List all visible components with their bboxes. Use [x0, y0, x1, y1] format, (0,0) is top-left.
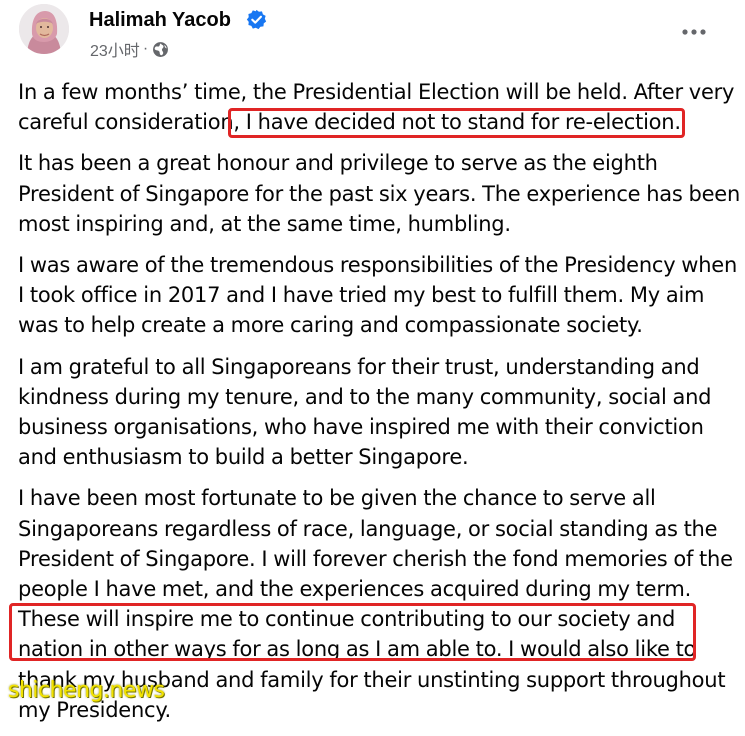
post-meta: 23小时 · — [90, 38, 169, 60]
post-line: nation in other ways for as long as I am… — [18, 637, 697, 662]
post-line: Singaporeans regardless of race, languag… — [18, 516, 718, 541]
verified-badge-icon — [246, 9, 267, 30]
post-line: These will inspire me to continue contri… — [18, 607, 676, 632]
post-line: In a few months’ time, the Presidential … — [18, 80, 735, 104]
avatar[interactable] — [19, 4, 69, 54]
more-horizontal-icon — [682, 29, 706, 35]
post-line: was to help create a more caring and com… — [18, 313, 643, 338]
globe-icon[interactable] — [152, 41, 169, 58]
post-line: President of Singapore for the past six … — [18, 181, 740, 206]
meta-separator: · — [142, 40, 149, 57]
post-line: and enthusiasm to build a better Singapo… — [18, 445, 469, 470]
post-paragraph-2: It has been a great honour and privilege… — [18, 148, 740, 239]
post-line: kindness during my tenure, and to the ma… — [18, 384, 712, 409]
post-paragraph-4: I am grateful to all Singaporeans for th… — [18, 352, 738, 473]
post-line: I took office in 2017 and I have tried m… — [18, 283, 705, 308]
post-line: most inspiring and, at the same time, hu… — [18, 211, 511, 236]
post-paragraph-1: In a few months’ time, the Presidential … — [18, 77, 738, 137]
post-line: It has been a great honour and privilege… — [18, 151, 658, 176]
post-text: In a few months’ time, the Presidential … — [18, 77, 740, 736]
avatar-image — [19, 4, 69, 54]
post-line: I have been most fortunate to be given t… — [18, 486, 656, 511]
more-options-button[interactable] — [672, 14, 716, 50]
author-name[interactable]: Halimah Yacob — [89, 7, 231, 33]
timestamp-link[interactable]: 23小时 — [90, 37, 140, 61]
post-header: Halimah Yacob 23小时 · — [0, 0, 745, 70]
post-line: people I have met, and the experiences a… — [18, 577, 691, 602]
post-line: careful consideration, I have decided no… — [18, 110, 681, 135]
post-line: business organisations, who have inspire… — [18, 415, 704, 440]
post-line: I am grateful to all Singaporeans for th… — [18, 354, 700, 379]
watermark: shicheng.news — [8, 678, 165, 703]
post-paragraph-3: I was aware of the tremendous responsibi… — [18, 250, 738, 341]
post-line: I was aware of the tremendous responsibi… — [18, 253, 738, 278]
post-line: President of Singapore. I will forever c… — [18, 546, 733, 571]
